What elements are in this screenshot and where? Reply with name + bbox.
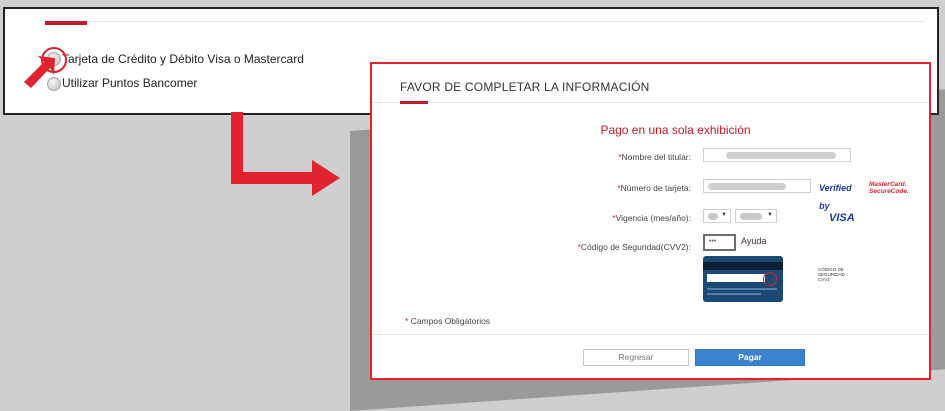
mastercard-securecode-logo: MasterCard. SecureCode.	[869, 181, 909, 195]
redacted-value	[740, 213, 762, 220]
modal-divider	[372, 102, 929, 103]
verified-line2: VISA	[829, 212, 855, 224]
cvv-input[interactable]: •••	[703, 234, 736, 251]
card-number-label-text: Número de tarjeta:	[620, 183, 691, 193]
footer-divider	[372, 334, 929, 335]
dropdown-arrow-icon: ▼	[721, 212, 727, 218]
verified-by-visa-logo: Verified by VISA	[819, 178, 863, 224]
verified-line1: Verified by	[819, 183, 852, 211]
redacted-value	[708, 183, 786, 190]
required-note-text: Campos Obligatorios	[410, 316, 491, 326]
cvv-label-text: Código de Seguridad(CVV2):	[580, 242, 691, 252]
modal-accent-bar	[400, 101, 428, 104]
payment-info-modal: FAVOR DE COMPLETAR LA INFORMACIÓN Pago e…	[370, 62, 931, 380]
redacted-value	[708, 213, 718, 220]
elbow-arrow-icon	[231, 112, 340, 196]
validity-label-text: Vigencia (mes/año):	[615, 213, 691, 223]
help-link[interactable]: Ayuda	[741, 236, 766, 246]
holder-name-label-text: Nombre del titular:	[621, 152, 691, 162]
required-mark: *	[405, 316, 409, 326]
redacted-value	[726, 152, 836, 159]
securecode-line2: SecureCode.	[869, 188, 909, 195]
validity-label: *Vigencia (mes/año):	[612, 213, 691, 223]
back-button[interactable]: Regresar	[583, 349, 689, 366]
holder-name-input[interactable]	[703, 148, 851, 162]
cvv-label: *Código de Seguridad(CVV2):	[578, 242, 691, 252]
year-select[interactable]: ▼	[735, 209, 777, 223]
dropdown-arrow-icon: ▼	[767, 212, 773, 218]
month-select[interactable]: ▼	[703, 209, 731, 223]
arrow-pointer-icon	[24, 56, 55, 88]
cvv-note: CÓDIGO DE SEGURIDAD CVV2	[818, 267, 845, 282]
required-fields-note: * Campos Obligatorios	[405, 316, 490, 326]
card-back-icon	[703, 256, 783, 302]
modal-subtitle: Pago en una sola exhibición	[600, 123, 751, 137]
securecode-line1: MasterCard.	[869, 181, 907, 188]
pay-button[interactable]: Pagar	[695, 349, 805, 366]
card-number-label: *Número de tarjeta:	[617, 183, 691, 193]
modal-title: FAVOR DE COMPLETAR LA INFORMACIÓN	[400, 80, 650, 94]
card-number-input[interactable]	[703, 179, 811, 193]
holder-name-label: *Nombre del titular:	[618, 152, 691, 162]
